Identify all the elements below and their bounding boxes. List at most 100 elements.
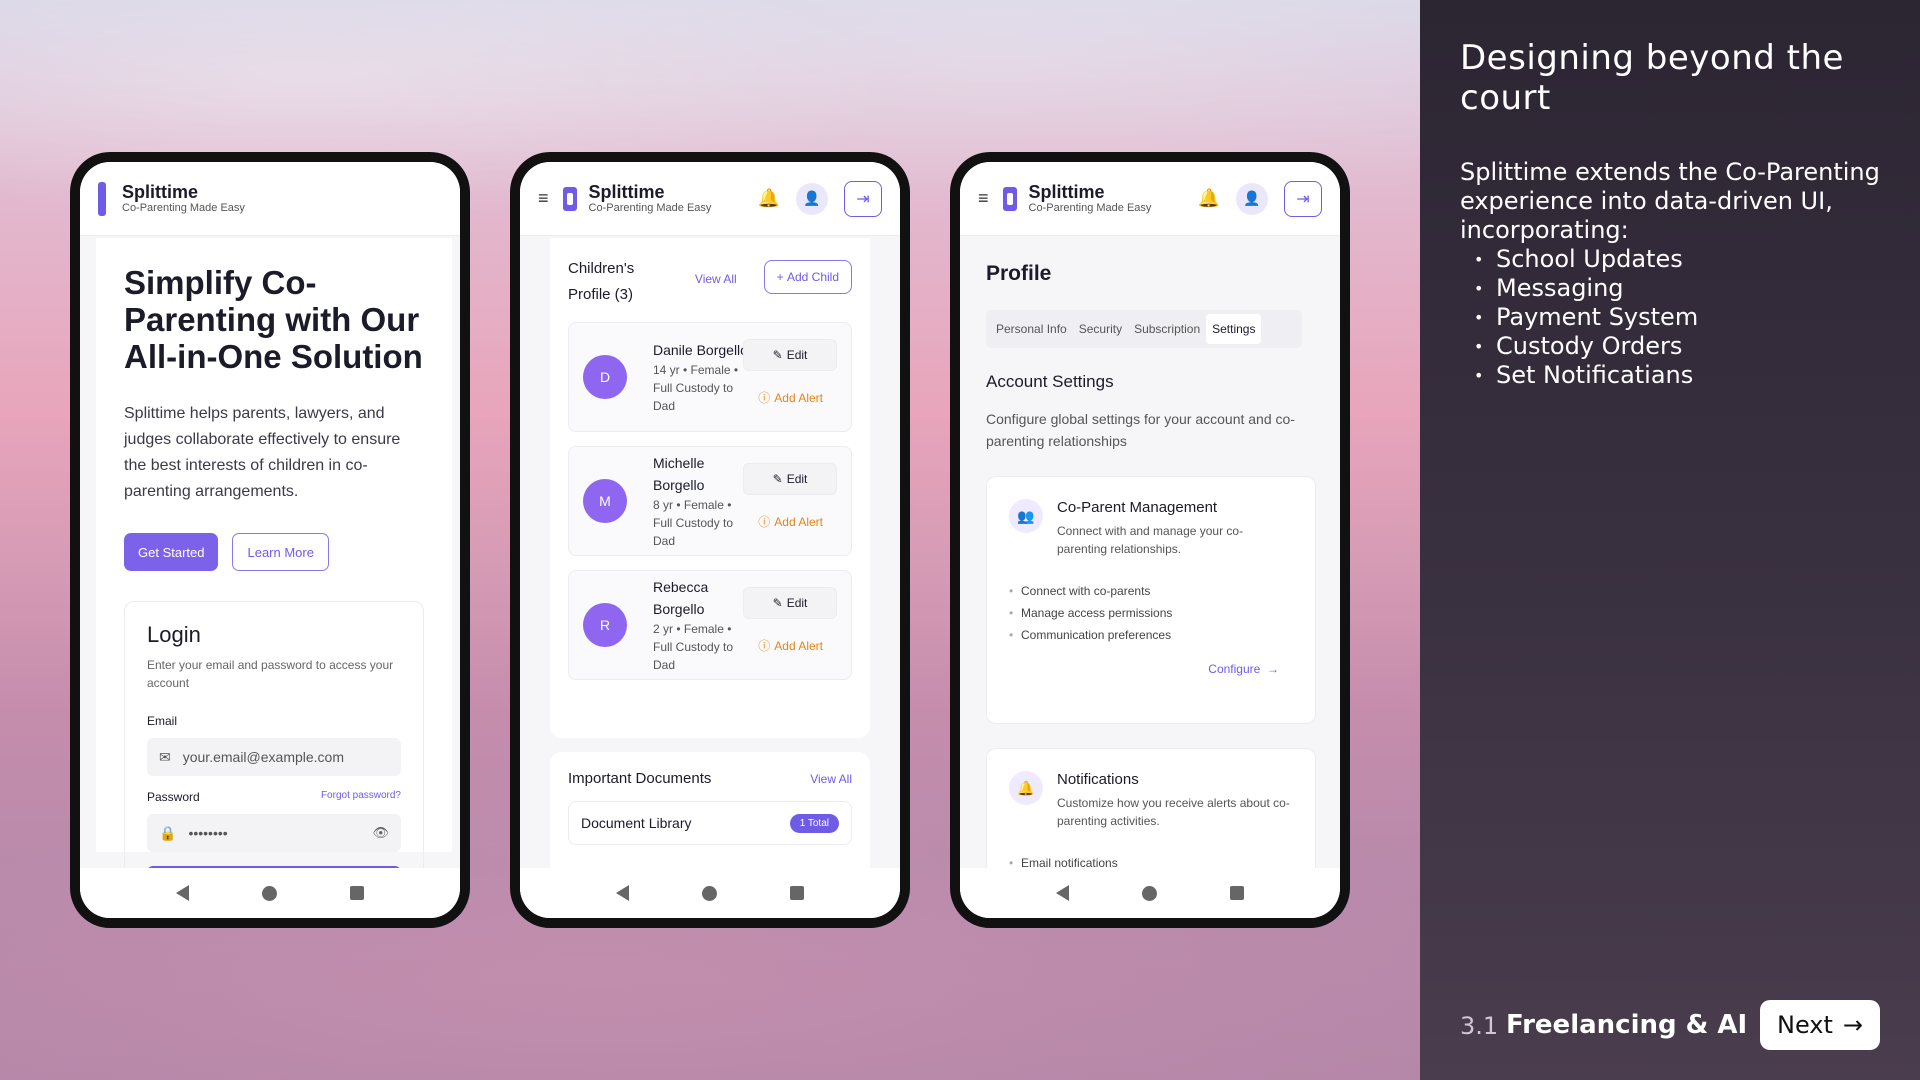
child-row[interactable]: M Michelle Borgello 8 yr • Female • Full… <box>568 446 852 556</box>
home-icon[interactable] <box>701 885 717 901</box>
add-alert-label: Add Alert <box>774 514 823 529</box>
feature-item: School Updates <box>1460 245 1698 274</box>
password-field[interactable]: 🔒 •••••••• 👁 <box>147 814 401 852</box>
add-alert-button[interactable]: ⓘ Add Alert <box>758 513 823 530</box>
list-item: Manage access permissions <box>1009 602 1293 624</box>
tab-personal-info[interactable]: Personal Info <box>990 314 1073 344</box>
email-label-text: Email <box>147 714 178 728</box>
add-alert-button[interactable]: ⓘ Add Alert <box>758 389 823 406</box>
configure-link[interactable]: Configure → <box>1009 662 1293 676</box>
logo-icon <box>562 186 577 211</box>
panel-title: Designing beyond the court <box>1460 38 1844 118</box>
edit-icon: ✎ <box>772 472 783 486</box>
child-avatar: R <box>583 603 627 647</box>
document-library-row[interactable]: Document Library 1 Total <box>568 801 852 845</box>
profile-tabs: Personal Info Security Subscription Sett… <box>986 310 1302 348</box>
children-screen: ≡ Splittime Co-Parenting Made Easy 🔔 👤 ⇥… <box>520 162 900 918</box>
email-field[interactable]: ✉ your.email@example.com <box>147 738 401 776</box>
next-button[interactable]: Next → <box>1760 1000 1880 1050</box>
account-settings-title: Account Settings <box>986 372 1114 391</box>
get-started-button[interactable]: Get Started <box>124 533 219 571</box>
child-avatar: D <box>583 355 627 399</box>
app-header: ≡ Splittime Co-Parenting Made Easy 🔔 👤 ⇥ <box>960 162 1340 236</box>
alert-icon: ⓘ <box>758 391 771 405</box>
forgot-password-link[interactable]: Forgot password? <box>321 790 401 804</box>
child-row[interactable]: R Rebecca Borgello 2 yr • Female • Full … <box>568 570 852 680</box>
back-icon[interactable] <box>176 885 190 901</box>
android-nav-bar <box>80 868 460 918</box>
notifications-desc: Customize how you receive alerts about c… <box>1057 796 1290 828</box>
recents-icon[interactable] <box>1229 886 1244 900</box>
child-meta: 14 yr • Female • Full Custody to Dad <box>653 363 739 413</box>
home-icon[interactable] <box>1141 885 1157 901</box>
account-settings-desc: Configure global settings for your accou… <box>986 411 1295 449</box>
logout-icon[interactable]: ⇥ <box>1284 180 1322 217</box>
phone-children: ≡ Splittime Co-Parenting Made Easy 🔔 👤 ⇥… <box>510 152 910 928</box>
home-icon[interactable] <box>261 885 277 901</box>
bell-icon[interactable]: 🔔 <box>758 188 780 209</box>
edit-button[interactable]: ✎ Edit <box>743 463 837 495</box>
brand: Splittime Co-Parenting Made Easy <box>122 182 245 215</box>
add-child-label: Add Child <box>786 270 839 284</box>
logout-icon[interactable]: ⇥ <box>844 180 882 217</box>
tab-settings[interactable]: Settings <box>1206 314 1262 344</box>
child-name: Rebecca Borgello <box>653 579 709 617</box>
back-icon[interactable] <box>616 885 630 901</box>
child-meta: 2 yr • Female • Full Custody to Dad <box>653 622 734 672</box>
section-number: 3.1 <box>1460 1012 1499 1040</box>
password-value: •••••••• <box>188 825 228 841</box>
children-view-all[interactable]: View All <box>695 272 737 286</box>
children-title: Children's Profile (3) <box>568 260 635 303</box>
edit-label: Edit <box>786 348 808 362</box>
feature-item: Payment System <box>1460 303 1698 332</box>
document-count-badge: 1 Total <box>789 813 839 833</box>
edit-icon: ✎ <box>772 596 783 610</box>
header-actions: 🔔 👤 ⇥ <box>1198 180 1322 217</box>
add-alert-button[interactable]: ⓘ Add Alert <box>758 637 823 654</box>
hero-buttons: Get Started Learn More <box>124 533 424 571</box>
edit-button[interactable]: ✎ Edit <box>743 587 837 619</box>
feature-list: School Updates Messaging Payment System … <box>1460 245 1698 390</box>
children-header: Children's Profile (3) View All + Add Ch… <box>568 256 852 308</box>
child-meta: 8 yr • Female • Full Custody to Dad <box>653 498 734 548</box>
coparent-desc: Connect with and manage your co-parentin… <box>1057 524 1244 556</box>
brand: Splittime Co-Parenting Made Easy <box>589 182 712 215</box>
alert-icon: ⓘ <box>758 639 771 653</box>
section-title: Freelancing & AI <box>1506 1010 1748 1040</box>
password-label-text: Password <box>147 790 200 804</box>
back-icon[interactable] <box>1056 885 1070 901</box>
user-icon[interactable]: 👤 <box>1236 182 1268 215</box>
child-row[interactable]: D Danile Borgello 14 yr • Female • Full … <box>568 322 852 432</box>
tab-subscription[interactable]: Subscription <box>1128 314 1206 344</box>
email-placeholder: your.email@example.com <box>182 749 345 765</box>
menu-icon[interactable]: ≡ <box>978 188 989 209</box>
edit-button[interactable]: ✎ Edit <box>743 339 837 371</box>
recents-icon[interactable] <box>789 886 804 900</box>
menu-icon[interactable]: ≡ <box>538 188 549 209</box>
feature-item: Messaging <box>1460 274 1698 303</box>
list-item: Connect with co-parents <box>1009 580 1293 602</box>
android-nav-bar <box>520 868 900 918</box>
next-label: Next <box>1776 1011 1833 1039</box>
info-panel: Designing beyond the court Splittime ext… <box>1420 0 1920 1080</box>
child-avatar: M <box>583 479 627 523</box>
feature-item: Custody Orders <box>1460 332 1698 361</box>
documents-view-all[interactable]: View All <box>810 772 852 786</box>
child-actions: ✎ Edit ⓘ Add Alert <box>743 463 837 530</box>
logo-icon <box>1002 186 1017 211</box>
tab-security[interactable]: Security <box>1073 314 1128 344</box>
child-info: Michelle Borgello 8 yr • Female • Full C… <box>653 452 753 550</box>
eye-icon[interactable]: 👁 <box>372 825 389 841</box>
mail-icon: ✉ <box>159 748 171 765</box>
recents-icon[interactable] <box>349 886 364 900</box>
header-actions: 🔔 👤 ⇥ <box>758 180 882 217</box>
bell-icon[interactable]: 🔔 <box>1198 188 1220 209</box>
user-icon[interactable]: 👤 <box>796 182 828 215</box>
add-child-button[interactable]: + Add Child <box>763 260 852 294</box>
learn-more-button[interactable]: Learn More <box>232 533 329 571</box>
app-name: Splittime <box>1028 182 1105 202</box>
brand: Splittime Co-Parenting Made Easy <box>1029 182 1152 215</box>
child-name: Danile Borgello <box>653 342 748 358</box>
hero-headline: Simplify Co-Parenting with Our All-in-On… <box>124 264 423 375</box>
children-card: Children's Profile (3) View All + Add Ch… <box>550 238 870 738</box>
